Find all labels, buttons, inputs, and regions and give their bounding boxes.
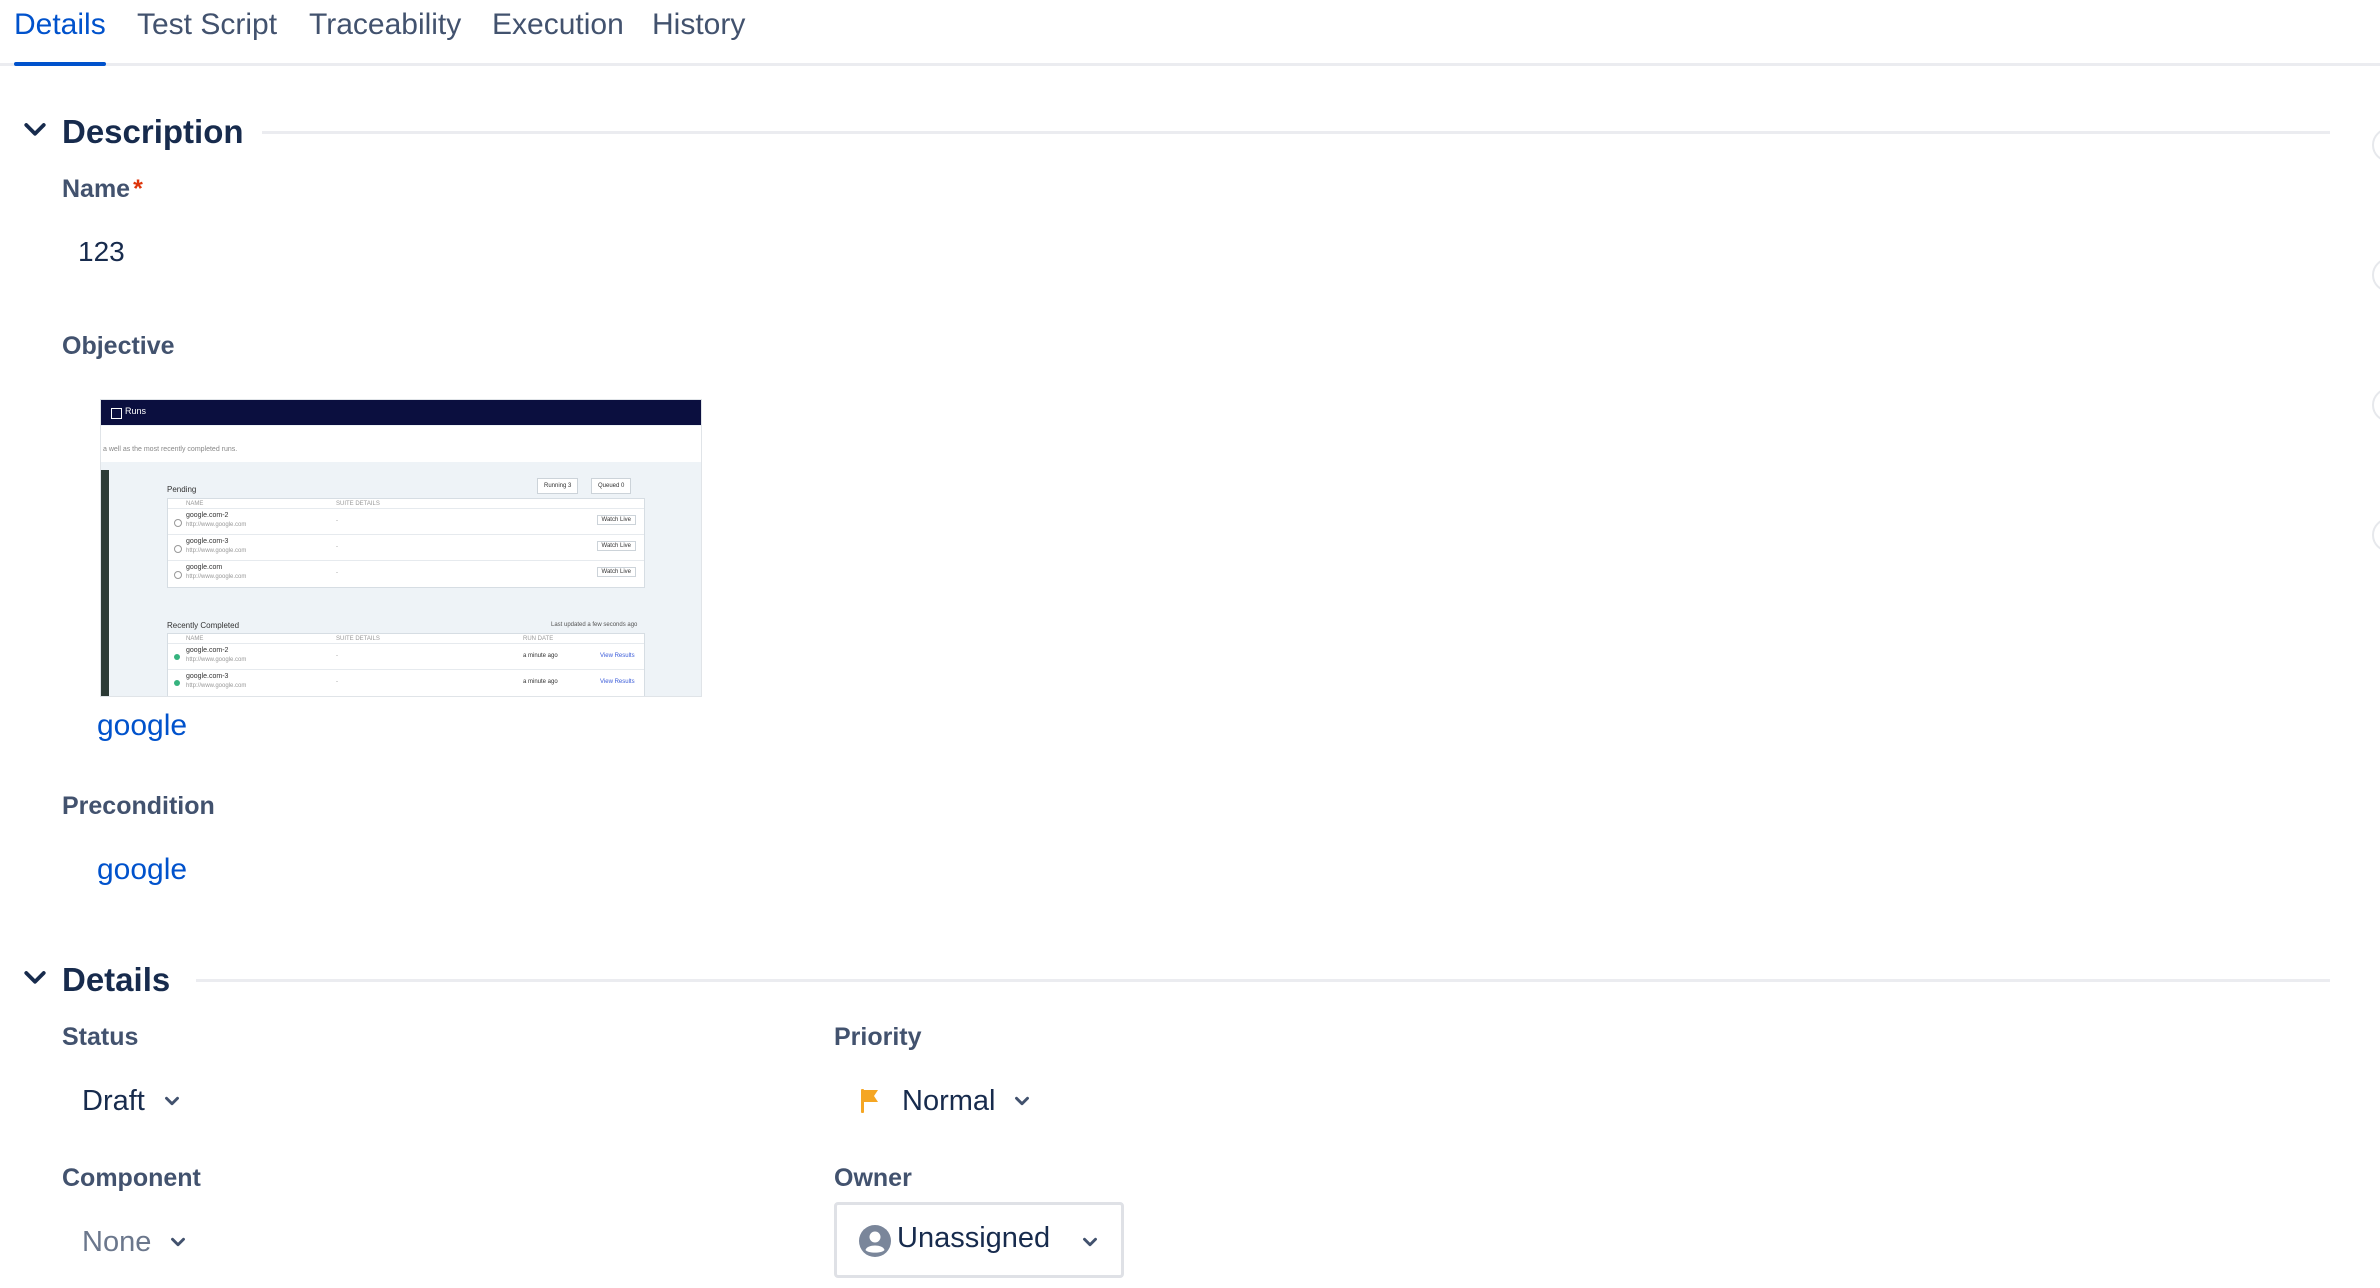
flag-icon bbox=[861, 1089, 878, 1113]
objective-link[interactable]: google bbox=[97, 709, 187, 743]
pending-row-url: http://www.google.com bbox=[186, 522, 247, 528]
recent-updated: Last updated a few seconds ago bbox=[551, 622, 638, 628]
details-section-header: Details bbox=[0, 955, 2330, 1005]
running-count: 3 bbox=[568, 483, 572, 489]
queued-count: 0 bbox=[621, 483, 625, 489]
edge-control[interactable] bbox=[2372, 518, 2380, 552]
pending-row-suite: - bbox=[336, 518, 338, 524]
precondition-link[interactable]: google bbox=[97, 853, 187, 887]
recent-row-suite: - bbox=[336, 653, 338, 659]
recent-col-run-date: RUN DATE bbox=[523, 636, 554, 642]
running-label: Running bbox=[544, 483, 567, 489]
watch-live-button: Watch Live bbox=[596, 515, 636, 525]
name-label: Name * bbox=[62, 175, 143, 204]
recent-row-name: google.com-2 bbox=[186, 647, 229, 654]
watch-live-button: Watch Live bbox=[596, 567, 636, 577]
tab-bar: Details Test Script Traceability Executi… bbox=[0, 0, 2380, 66]
objective-label: Objective bbox=[62, 332, 175, 360]
thumbnail-app-title: Runs bbox=[125, 406, 147, 416]
pending-col-name: NAME bbox=[186, 501, 204, 507]
recent-row: google.com-3 http://www.google.com - a m… bbox=[168, 669, 644, 696]
recent-panel: NAME SUITE DETAILS RUN DATE google.com-2… bbox=[167, 633, 645, 696]
thumbnail-left-strip bbox=[101, 470, 109, 696]
view-results-link: View Results bbox=[600, 679, 635, 685]
description-section-title: Description bbox=[62, 113, 244, 150]
running-pill: Running 3 bbox=[537, 478, 579, 494]
owner-label: Owner bbox=[834, 1164, 912, 1192]
pending-row: google.com-2 http://www.google.com - Wat… bbox=[168, 508, 644, 535]
pending-row-url: http://www.google.com bbox=[186, 548, 247, 554]
edge-control[interactable] bbox=[2372, 128, 2380, 162]
pending-col-suite: SUITE DETAILS bbox=[336, 501, 380, 507]
chevron-down-icon bbox=[1083, 1237, 1097, 1247]
priority-label: Priority bbox=[834, 1023, 922, 1051]
chevron-down-icon[interactable] bbox=[20, 963, 50, 993]
chevron-down-icon bbox=[1015, 1096, 1030, 1106]
tab-test-script[interactable]: Test Script bbox=[137, 0, 277, 63]
view-results-link: View Results bbox=[600, 653, 635, 659]
recent-title: Recently Completed bbox=[167, 621, 240, 630]
recent-row-date: a minute ago bbox=[523, 653, 558, 659]
pending-row: google.com-3 http://www.google.com - Wat… bbox=[168, 534, 644, 561]
details-section-title: Details bbox=[62, 961, 171, 998]
component-value: None bbox=[82, 1225, 152, 1258]
pending-row-name: google.com-2 bbox=[186, 512, 229, 519]
chevron-down-icon[interactable] bbox=[20, 115, 50, 145]
recent-col-suite: SUITE DETAILS bbox=[336, 636, 380, 642]
edge-control[interactable] bbox=[2372, 388, 2380, 422]
pending-row-name: google.com-3 bbox=[186, 538, 229, 545]
priority-select[interactable]: Normal bbox=[858, 1076, 1033, 1126]
status-label: Status bbox=[62, 1023, 139, 1051]
recent-row-suite: - bbox=[336, 679, 338, 685]
section-divider bbox=[196, 979, 2330, 982]
recent-row-url: http://www.google.com bbox=[186, 683, 247, 689]
user-avatar-icon bbox=[859, 1225, 891, 1257]
name-value[interactable]: 123 bbox=[78, 236, 125, 268]
recent-row-url: http://www.google.com bbox=[186, 657, 247, 663]
pending-row-suite: - bbox=[336, 570, 338, 576]
recent-row-date: a minute ago bbox=[523, 679, 558, 685]
status-dot bbox=[174, 571, 182, 579]
status-dot bbox=[174, 545, 182, 553]
priority-value: Normal bbox=[902, 1084, 996, 1117]
pending-title: Pending bbox=[167, 485, 197, 494]
recent-col-name: NAME bbox=[186, 636, 204, 642]
pending-row: google.com http://www.google.com - Watch… bbox=[168, 560, 644, 587]
pending-row-url: http://www.google.com bbox=[186, 574, 247, 580]
thumbnail-app-bar: Runs bbox=[101, 400, 701, 425]
pending-row-suite: - bbox=[336, 544, 338, 550]
objective-screenshot-image: Runs a well as the most recently complet… bbox=[100, 399, 702, 697]
chevron-down-icon bbox=[164, 1096, 179, 1106]
tab-traceability[interactable]: Traceability bbox=[309, 0, 461, 63]
tab-history[interactable]: History bbox=[652, 0, 745, 63]
recent-row: google.com-2 http://www.google.com - a m… bbox=[168, 643, 644, 670]
section-divider bbox=[262, 131, 2330, 134]
owner-select[interactable]: Unassigned bbox=[834, 1202, 1124, 1278]
required-marker: * bbox=[133, 175, 143, 203]
thumbnail-subtitle-bar: a well as the most recently completed ru… bbox=[101, 426, 701, 462]
runs-icon bbox=[111, 408, 122, 419]
queued-label: Queued bbox=[598, 483, 620, 489]
status-dot bbox=[174, 519, 182, 527]
status-dot bbox=[174, 680, 180, 686]
edge-control[interactable] bbox=[2372, 258, 2380, 292]
tab-details[interactable]: Details bbox=[14, 0, 106, 66]
component-select[interactable]: None bbox=[82, 1217, 189, 1267]
pending-row-name: google.com bbox=[186, 564, 223, 571]
description-section-header: Description bbox=[0, 107, 2330, 157]
status-dot bbox=[174, 654, 180, 660]
tab-execution[interactable]: Execution bbox=[492, 0, 624, 63]
owner-value: Unassigned bbox=[897, 1222, 1051, 1254]
thumbnail-subtitle: a well as the most recently completed ru… bbox=[103, 446, 238, 453]
component-label: Component bbox=[62, 1164, 201, 1192]
name-label-text: Name bbox=[62, 175, 131, 203]
recent-row-name: google.com-3 bbox=[186, 673, 229, 680]
queued-pill: Queued 0 bbox=[591, 478, 632, 494]
watch-live-button: Watch Live bbox=[596, 541, 636, 551]
pending-panel: NAME SUITE DETAILS google.com-2 http://w… bbox=[167, 498, 645, 588]
status-value: Draft bbox=[82, 1084, 145, 1117]
status-select[interactable]: Draft bbox=[82, 1076, 183, 1126]
chevron-down-icon bbox=[171, 1237, 186, 1247]
precondition-label: Precondition bbox=[62, 792, 215, 820]
